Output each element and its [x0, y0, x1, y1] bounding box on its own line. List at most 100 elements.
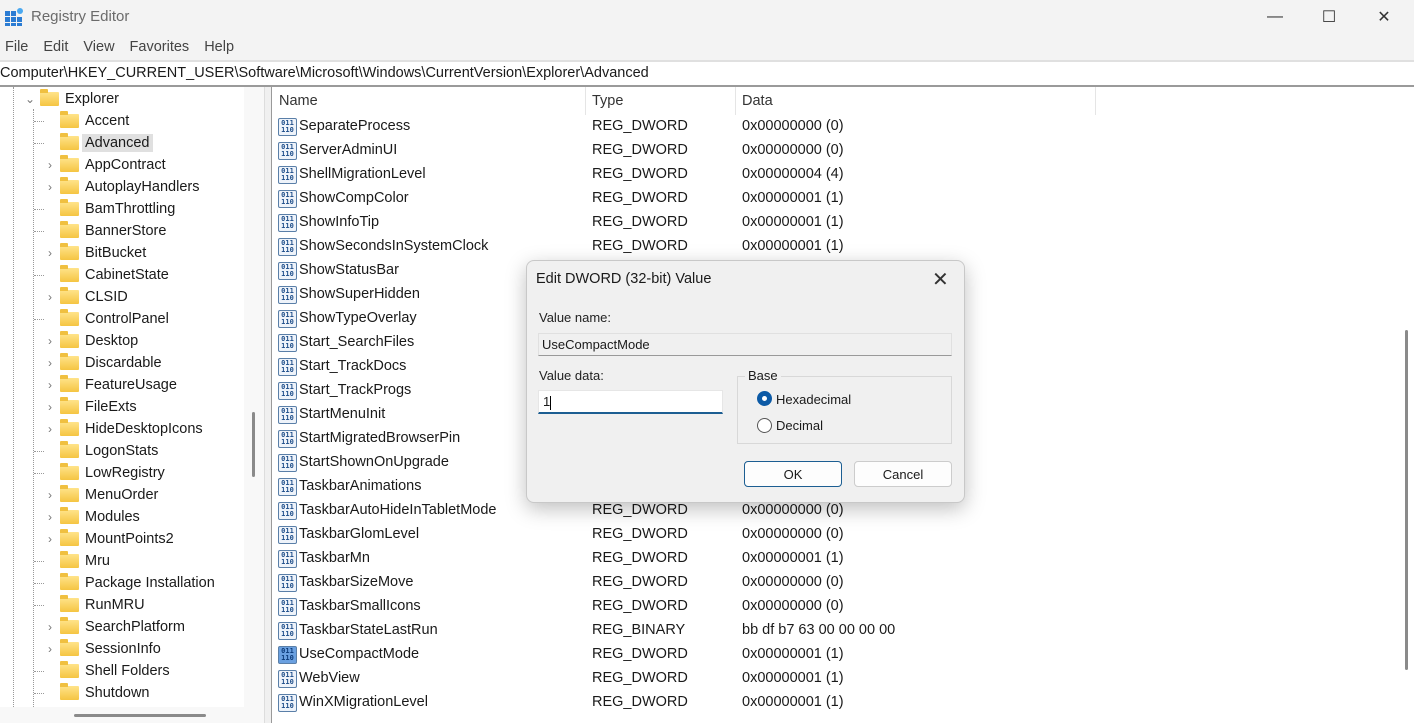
dword-value-icon: 011 110 — [278, 502, 297, 520]
cancel-button[interactable]: Cancel — [854, 461, 952, 487]
pane-splitter[interactable] — [264, 87, 272, 723]
tree-item[interactable]: RunMRU — [34, 594, 145, 616]
tree-item[interactable]: CabinetState — [34, 264, 169, 286]
tree-item[interactable]: › Discardable — [43, 352, 162, 374]
tree-scroll-thumb[interactable] — [252, 412, 255, 477]
tree-item[interactable]: LogonStats — [34, 440, 158, 462]
chevron-down-icon[interactable]: ⌄ — [23, 92, 37, 106]
value-data-label: Value data: — [539, 368, 604, 383]
tree-item[interactable]: › SearchPlatform — [43, 616, 185, 638]
address-bar[interactable]: Computer\HKEY_CURRENT_USER\Software\Micr… — [0, 60, 1414, 87]
chevron-right-icon[interactable]: › — [43, 246, 57, 260]
tree-item[interactable]: › MenuOrder — [43, 484, 158, 506]
hexadecimal-label[interactable]: Hexadecimal — [776, 392, 851, 407]
column-type[interactable]: Type — [592, 93, 623, 109]
base-group — [737, 376, 952, 444]
value-row[interactable]: 011 110 WinXMigrationLevel REG_DWORD 0x00000… — [272, 691, 1414, 715]
tree-item[interactable]: › CLSID — [43, 286, 128, 308]
tree-item-label: BitBucket — [85, 245, 147, 261]
chevron-right-icon[interactable]: › — [43, 356, 57, 370]
value-data-input[interactable]: 1 — [538, 390, 723, 414]
value-type: REG_DWORD — [592, 502, 688, 518]
folder-icon — [60, 551, 79, 568]
value-row[interactable]: 011 110 TaskbarSizeMove REG_DWORD 0x00000000… — [272, 571, 1414, 595]
list-scroll-thumb[interactable] — [1405, 330, 1408, 670]
value-row[interactable]: 011 110 SeparateProcess REG_DWORD 0x00000000… — [272, 115, 1414, 139]
value-row[interactable]: 011 110 UseCompactMode REG_DWORD 0x00000001 … — [272, 643, 1414, 667]
menu-edit[interactable]: Edit — [43, 39, 68, 55]
tree-item[interactable]: Accent — [34, 110, 129, 132]
tree-item[interactable]: › FileExts — [43, 396, 137, 418]
tree-item[interactable]: › SessionInfo — [43, 638, 161, 660]
chevron-right-icon[interactable]: › — [43, 334, 57, 348]
column-data[interactable]: Data — [742, 93, 773, 109]
chevron-right-icon[interactable]: › — [43, 422, 57, 436]
column-divider[interactable] — [735, 87, 736, 115]
menu-favorites[interactable]: Favorites — [130, 39, 190, 55]
value-row[interactable]: 011 110 ShellMigrationLevel REG_DWORD 0x0000… — [272, 163, 1414, 187]
tree-item[interactable]: Package Installation — [34, 572, 215, 594]
dword-value-icon: 011 110 — [278, 238, 297, 256]
value-row[interactable]: 011 110 TaskbarStateLastRun REG_BINARY bb df… — [272, 619, 1414, 643]
tree-item[interactable]: Mru — [34, 550, 110, 572]
hexadecimal-radio[interactable] — [757, 391, 772, 406]
tree-item[interactable]: LowRegistry — [34, 462, 165, 484]
menu-help[interactable]: Help — [204, 39, 234, 55]
chevron-right-icon[interactable]: › — [43, 510, 57, 524]
value-row[interactable]: 011 110 ShowInfoTip REG_DWORD 0x00000001 (1) — [272, 211, 1414, 235]
folder-icon — [60, 177, 79, 194]
tree-item[interactable]: › BitBucket — [43, 242, 146, 264]
chevron-right-icon[interactable]: › — [43, 180, 57, 194]
tree-item-explorer[interactable]: ⌄ Explorer — [23, 88, 119, 110]
maximize-button[interactable]: ☐ — [1303, 0, 1355, 34]
tree-item[interactable]: › Desktop — [43, 330, 138, 352]
tree-item[interactable]: BannerStore — [34, 220, 166, 242]
tree-vertical-scrollbar[interactable] — [244, 87, 264, 707]
chevron-right-icon[interactable]: › — [43, 532, 57, 546]
menu-file[interactable]: File — [5, 39, 28, 55]
folder-icon — [60, 331, 79, 348]
tree-item[interactable]: › AppContract — [43, 154, 166, 176]
chevron-right-icon[interactable]: › — [43, 290, 57, 304]
value-row[interactable]: 011 110 TaskbarSmallIcons REG_DWORD 0x000000… — [272, 595, 1414, 619]
chevron-right-icon[interactable]: › — [43, 488, 57, 502]
dialog-close-button[interactable]: ✕ — [932, 267, 949, 292]
close-button[interactable]: ✕ — [1358, 0, 1410, 34]
column-divider[interactable] — [585, 87, 586, 115]
chevron-right-icon[interactable]: › — [43, 400, 57, 414]
chevron-right-icon[interactable]: › — [43, 642, 57, 656]
column-name[interactable]: Name — [279, 93, 318, 109]
tree-hscroll-thumb[interactable] — [74, 714, 206, 717]
ok-button[interactable]: OK — [744, 461, 842, 487]
tree-item[interactable]: › MountPoints2 — [43, 528, 174, 550]
chevron-right-icon[interactable]: › — [43, 158, 57, 172]
tree-item-label: AutoplayHandlers — [85, 179, 200, 195]
tree-item[interactable]: › FeatureUsage — [43, 374, 177, 396]
tree-item[interactable]: › HideDesktopIcons — [43, 418, 203, 440]
tree-item[interactable]: BamThrottling — [34, 198, 175, 220]
decimal-label[interactable]: Decimal — [776, 418, 823, 433]
list-header: Name Type Data — [272, 87, 1414, 115]
dword-value-icon: 011 110 — [278, 334, 297, 352]
value-name: Start_TrackProgs — [299, 382, 412, 398]
value-row[interactable]: 011 110 TaskbarMn REG_DWORD 0x00000001 (1) — [272, 547, 1414, 571]
decimal-radio[interactable] — [757, 418, 772, 433]
value-name: UseCompactMode — [299, 646, 420, 662]
tree-item[interactable]: › AutoplayHandlers — [43, 176, 199, 198]
tree-item[interactable]: › Modules — [43, 506, 140, 528]
value-row[interactable]: 011 110 TaskbarGlomLevel REG_DWORD 0x0000000… — [272, 523, 1414, 547]
minimize-button[interactable]: — — [1249, 0, 1301, 34]
tree-item[interactable]: ControlPanel — [34, 308, 169, 330]
tree-item[interactable]: Advanced — [34, 132, 153, 154]
registry-editor-icon — [5, 8, 23, 26]
chevron-right-icon[interactable]: › — [43, 620, 57, 634]
column-divider[interactable] — [1095, 87, 1096, 115]
value-row[interactable]: 011 110 ShowCompColor REG_DWORD 0x00000001 (… — [272, 187, 1414, 211]
chevron-right-icon[interactable]: › — [43, 378, 57, 392]
value-row[interactable]: 011 110 ServerAdminUI REG_DWORD 0x00000000 (… — [272, 139, 1414, 163]
menu-view[interactable]: View — [83, 39, 114, 55]
value-row[interactable]: 011 110 WebView REG_DWORD 0x00000001 (1) — [272, 667, 1414, 691]
value-row[interactable]: 011 110 ShowSecondsInSystemClock REG_DWORD 0… — [272, 235, 1414, 259]
tree-item[interactable]: Shell Folders — [34, 660, 170, 682]
tree-item[interactable]: Shutdown — [34, 682, 150, 704]
